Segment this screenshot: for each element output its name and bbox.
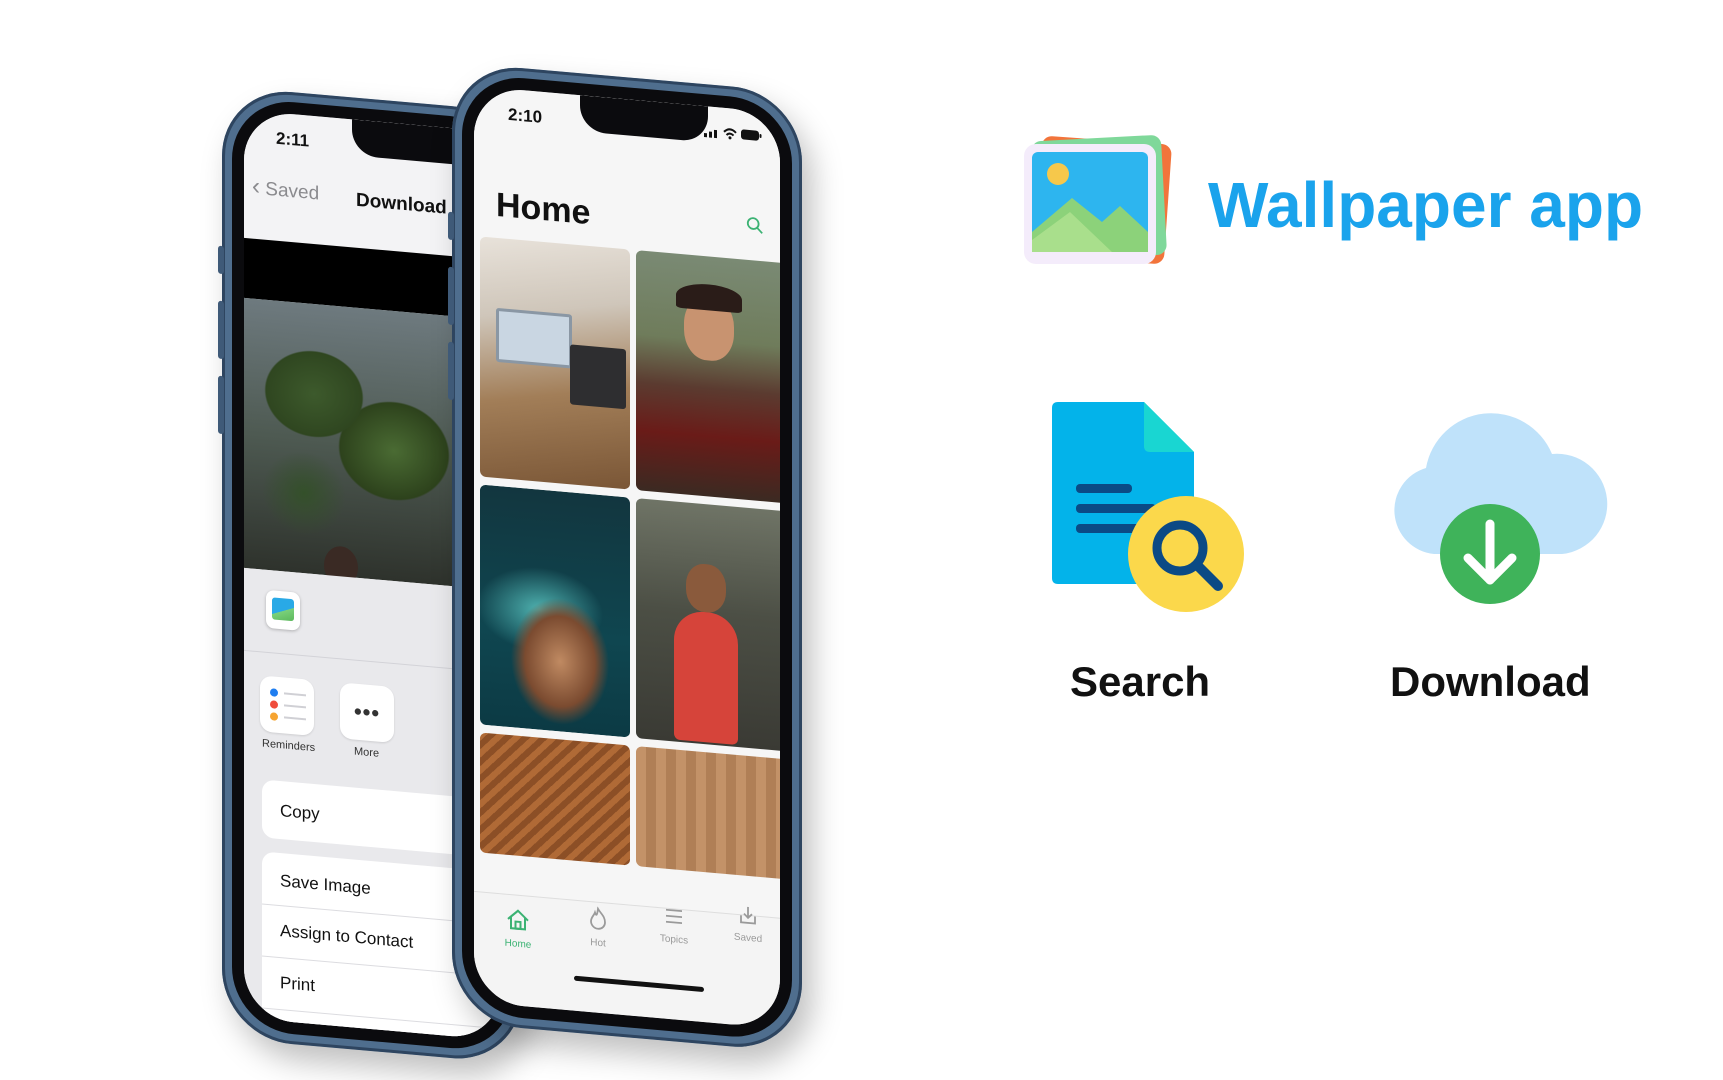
download-tray-icon: [740, 906, 756, 925]
volume-down-button: [218, 375, 224, 435]
front-phone-screen: 2:10 Home Home Hot Topics Saved: [474, 85, 780, 1029]
cloud-download-icon: [1394, 413, 1608, 604]
status-icons: [704, 124, 762, 148]
laptop-in-photo: [496, 307, 572, 369]
tab-label: Saved: [733, 931, 763, 946]
list-icon: [666, 908, 682, 925]
tab-label: Home: [504, 937, 532, 951]
wallpaper-logo-icon: [266, 589, 300, 631]
wallpaper-thumbnail[interactable]: [636, 250, 780, 504]
wallpaper-thumbnail[interactable]: [636, 498, 780, 752]
tab-saved[interactable]: Saved: [718, 901, 778, 946]
tab-label: Topics: [659, 933, 689, 947]
tab-hot[interactable]: Hot: [568, 904, 628, 951]
tab-home[interactable]: Home: [488, 905, 548, 952]
search-icon[interactable]: [746, 216, 764, 236]
volume-down-button: [448, 341, 454, 401]
feature-label-download: Download: [1390, 658, 1591, 705]
reminders-action[interactable]: [260, 675, 314, 737]
page-title: Home: [496, 185, 591, 233]
wallpaper-thumbnail[interactable]: [480, 732, 630, 866]
feature-label-search: Search: [1070, 658, 1211, 705]
wallpaper-thumbnail[interactable]: [636, 746, 780, 880]
document-search-icon: [1052, 402, 1244, 612]
home-indicator[interactable]: [574, 975, 704, 993]
flame-icon: [590, 906, 606, 930]
wallpaper-thumbnail[interactable]: [480, 236, 630, 490]
tab-label: Hot: [590, 937, 606, 950]
volume-up-button: [218, 300, 224, 360]
menu-item-assign-to-contact[interactable]: Assign to Contact: [280, 921, 413, 953]
mute-switch: [448, 211, 454, 241]
action-label: Reminders: [262, 737, 316, 755]
status-time: 2:10: [508, 104, 543, 127]
app-title: Wallpaper app: [1208, 169, 1644, 241]
phone-front: 2:10 Home Home Hot Topics Saved: [448, 62, 802, 1053]
more-icon: •••: [353, 698, 381, 726]
tab-topics[interactable]: Topics: [644, 903, 704, 948]
wallpaper-thumbnail[interactable]: [480, 484, 630, 738]
menu-item-print[interactable]: Print: [280, 973, 315, 996]
menu-item-save-image[interactable]: Save Image: [280, 871, 371, 899]
back-button[interactable]: ‹ Saved: [252, 173, 319, 207]
action-label: More: [354, 745, 380, 760]
signal-wifi-battery-icon: [704, 128, 762, 141]
wallpaper-logo-icon: [1003, 113, 1187, 297]
volume-up-button: [448, 266, 454, 326]
reminders-icon: [260, 675, 314, 721]
home-icon: [507, 909, 529, 931]
back-button-label: Saved: [265, 178, 320, 205]
home-header: 2:10 Home: [474, 85, 780, 263]
person-face: [686, 562, 726, 614]
status-time: 2:11: [276, 128, 310, 151]
more-action[interactable]: •••: [340, 682, 394, 744]
mute-switch: [218, 245, 224, 275]
chevron-left-icon: ‹: [252, 172, 260, 201]
laptop-in-photo: [570, 344, 626, 410]
red-dress: [674, 609, 738, 746]
menu-item-copy[interactable]: Copy: [280, 801, 320, 824]
nav-title: Download: [356, 189, 447, 219]
